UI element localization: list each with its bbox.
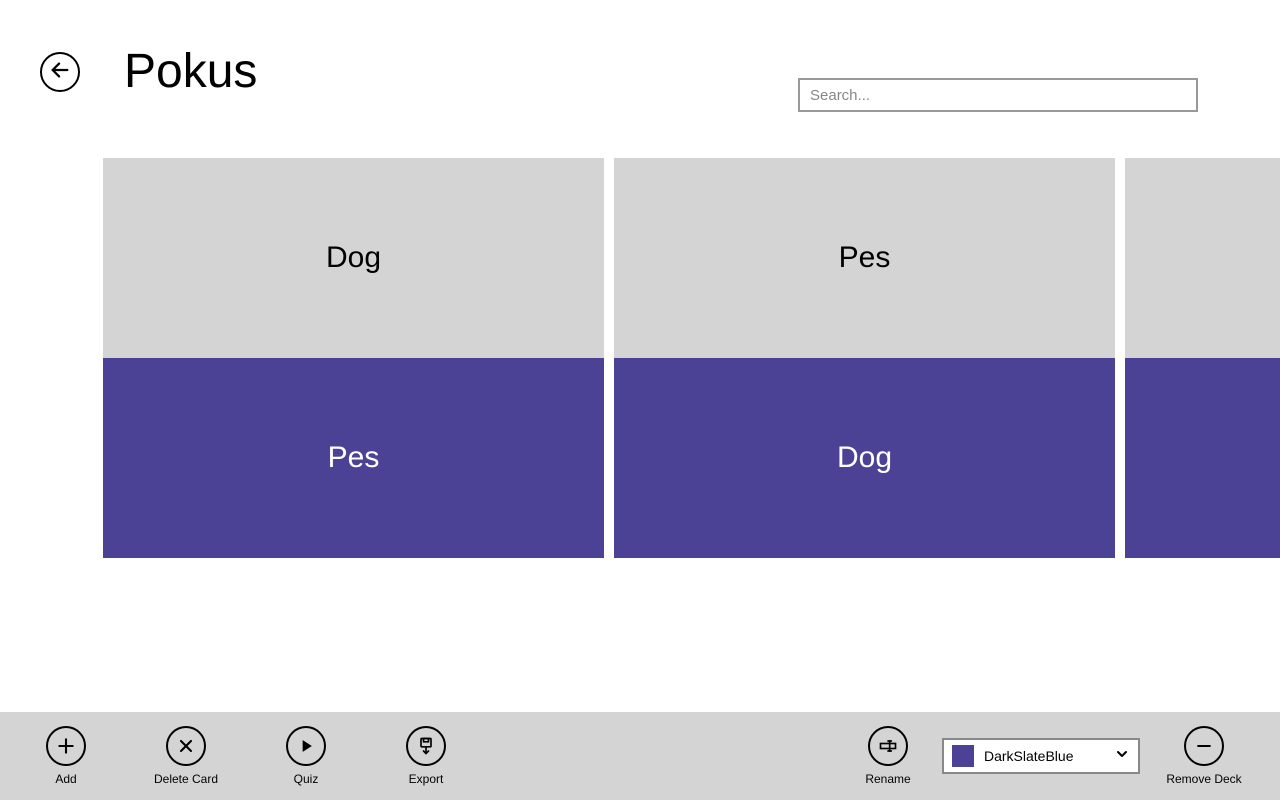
flashcard[interactable]: Dog Pes bbox=[103, 158, 604, 558]
card-front: Pes bbox=[614, 158, 1115, 358]
color-select-value: DarkSlateBlue bbox=[984, 748, 1114, 764]
quiz-button[interactable]: Quiz bbox=[276, 726, 336, 786]
search-input[interactable] bbox=[798, 78, 1198, 112]
x-icon bbox=[166, 726, 206, 766]
arrow-left-icon bbox=[49, 59, 71, 86]
color-select[interactable]: DarkSlateBlue bbox=[942, 738, 1140, 774]
remove-deck-button[interactable]: Remove Deck bbox=[1164, 726, 1244, 786]
plus-icon bbox=[46, 726, 86, 766]
card-list: Dog Pes Pes Dog bbox=[103, 158, 1280, 558]
card-back: Dog bbox=[614, 358, 1115, 558]
delete-card-label: Delete Card bbox=[154, 772, 218, 786]
app-bar: Add Delete Card Quiz Export bbox=[0, 712, 1280, 800]
page-title: Pokus bbox=[124, 48, 257, 96]
card-back bbox=[1125, 358, 1280, 558]
back-button[interactable] bbox=[40, 52, 80, 92]
delete-card-button[interactable]: Delete Card bbox=[156, 726, 216, 786]
remove-deck-label: Remove Deck bbox=[1166, 772, 1241, 786]
save-download-icon bbox=[406, 726, 446, 766]
export-button[interactable]: Export bbox=[396, 726, 456, 786]
card-back: Pes bbox=[103, 358, 604, 558]
rename-button[interactable]: Rename bbox=[858, 726, 918, 786]
export-label: Export bbox=[409, 772, 444, 786]
minus-icon bbox=[1184, 726, 1224, 766]
color-swatch bbox=[952, 745, 974, 767]
play-icon bbox=[286, 726, 326, 766]
quiz-label: Quiz bbox=[294, 772, 319, 786]
flashcard[interactable] bbox=[1125, 158, 1280, 558]
rename-icon bbox=[868, 726, 908, 766]
add-button[interactable]: Add bbox=[36, 726, 96, 786]
add-label: Add bbox=[55, 772, 76, 786]
chevron-down-icon bbox=[1114, 746, 1130, 767]
flashcard[interactable]: Pes Dog bbox=[614, 158, 1115, 558]
card-front bbox=[1125, 158, 1280, 358]
card-front: Dog bbox=[103, 158, 604, 358]
rename-label: Rename bbox=[865, 772, 910, 786]
